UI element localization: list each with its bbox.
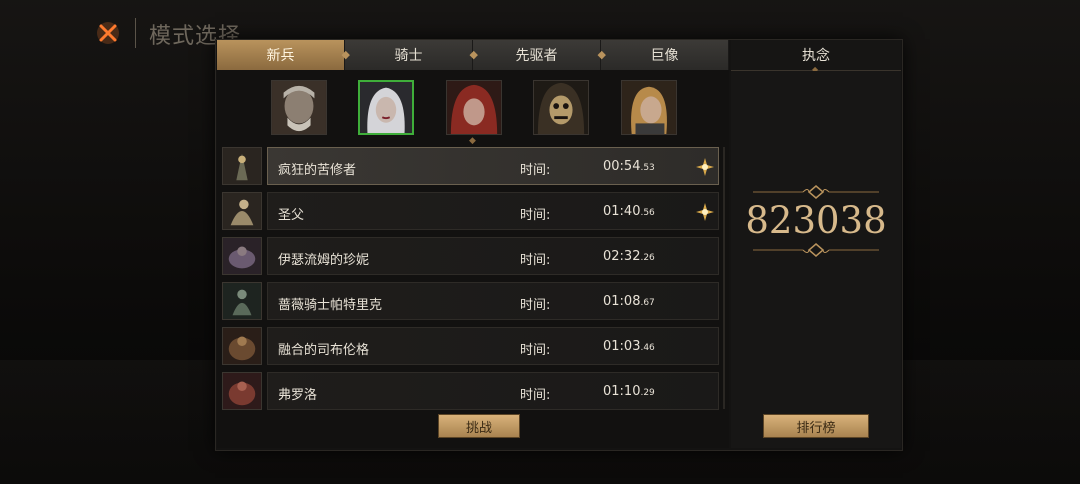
tab-label: 新兵 bbox=[266, 48, 295, 64]
portrait-red-hooded-woman[interactable] bbox=[446, 80, 502, 135]
tab-obsession[interactable]: 执念 ◆ bbox=[731, 40, 901, 74]
boss-row-bar: 弗罗洛 时间: 01:10.29 bbox=[267, 372, 719, 410]
list-item[interactable]: 融合的司布伦格 时间: 01:03.46 bbox=[222, 327, 720, 365]
boss-thumbnail bbox=[222, 327, 262, 365]
tab-label: 先驱者 bbox=[515, 48, 558, 64]
time-label: 时间: bbox=[520, 298, 551, 313]
ornament-top-icon bbox=[753, 185, 879, 199]
clear-time: 01:40.56 bbox=[603, 204, 655, 219]
time-label: 时间: bbox=[520, 208, 551, 223]
clear-time: 01:08.67 bbox=[603, 294, 655, 309]
tab-recruit[interactable]: 新兵 ◆ bbox=[217, 40, 350, 70]
challenge-button[interactable]: 挑战 bbox=[438, 414, 520, 438]
boss-name: 疯狂的苦修者 bbox=[278, 163, 357, 178]
obsession-score: 823038 bbox=[745, 199, 887, 242]
list-item[interactable]: 弗罗洛 时间: 01:10.29 bbox=[222, 372, 720, 410]
character-portraits bbox=[271, 80, 681, 136]
tab-colossus[interactable]: 巨像 bbox=[601, 40, 729, 70]
score-display: 823038 bbox=[731, 185, 901, 265]
portrait-blonde-woman[interactable] bbox=[621, 80, 677, 135]
medal-emblem-icon bbox=[696, 203, 714, 221]
boss-row-bar: 蔷薇骑士帕特里克 时间: 01:08.67 bbox=[267, 282, 719, 320]
medal-emblem-icon bbox=[696, 158, 714, 176]
tab-pioneer[interactable]: 先驱者 ◆ bbox=[473, 40, 606, 70]
portrait-white-haired-woman[interactable] bbox=[358, 80, 414, 135]
boss-thumbnail bbox=[222, 372, 262, 410]
portrait-old-man[interactable] bbox=[271, 80, 327, 135]
boss-row-bar: 疯狂的苦修者 时间: 00:54.53 bbox=[267, 147, 719, 185]
boss-name: 弗罗洛 bbox=[278, 388, 318, 403]
clear-time: 02:32.26 bbox=[603, 249, 655, 264]
boss-thumbnail bbox=[222, 147, 262, 185]
boss-thumbnail bbox=[222, 192, 262, 230]
list-item[interactable]: 蔷薇骑士帕特里克 时间: 01:08.67 bbox=[222, 282, 720, 320]
clear-time: 01:10.29 bbox=[603, 384, 655, 399]
list-item[interactable]: 疯狂的苦修者 时间: 00:54.53 bbox=[222, 147, 720, 185]
boss-name: 融合的司布伦格 bbox=[278, 343, 370, 358]
time-label: 时间: bbox=[520, 163, 551, 178]
selection-marker-icon: ◆ bbox=[469, 136, 476, 146]
list-item[interactable]: 伊瑟流姆的珍妮 时间: 02:32.26 bbox=[222, 237, 720, 275]
tab-label: 巨像 bbox=[650, 48, 679, 64]
tab-knight[interactable]: 骑士 ◆ bbox=[345, 40, 478, 70]
time-label: 时间: bbox=[520, 343, 551, 358]
boss-thumbnail bbox=[222, 282, 262, 320]
leaderboard-button[interactable]: 排行榜 bbox=[763, 414, 869, 438]
boss-name: 伊瑟流姆的珍妮 bbox=[278, 253, 370, 268]
tab-separator-icon: ◆ bbox=[469, 48, 478, 61]
clear-time: 00:54.53 bbox=[603, 159, 655, 174]
side-tab-label: 执念 bbox=[802, 48, 830, 64]
time-label: 时间: bbox=[520, 253, 551, 268]
boss-thumbnail bbox=[222, 237, 262, 275]
difficulty-tabs: 新兵 ◆ 骑士 ◆ 先驱者 ◆ 巨像 bbox=[217, 40, 729, 70]
time-label: 时间: bbox=[520, 388, 551, 403]
boss-name: 蔷薇骑士帕特里克 bbox=[278, 298, 383, 313]
boss-row-bar: 融合的司布伦格 时间: 01:03.46 bbox=[267, 327, 719, 365]
list-item[interactable]: 圣父 时间: 01:40.56 bbox=[222, 192, 720, 230]
boss-row-bar: 伊瑟流姆的珍妮 时间: 02:32.26 bbox=[267, 237, 719, 275]
clear-time: 01:03.46 bbox=[603, 339, 655, 354]
tab-label: 骑士 bbox=[394, 48, 423, 64]
close-x-icon bbox=[97, 22, 119, 44]
header-divider bbox=[135, 18, 136, 48]
tab-separator-icon: ◆ bbox=[597, 48, 606, 61]
ornament-bottom-icon bbox=[753, 243, 879, 257]
boss-row-bar: 圣父 时间: 01:40.56 bbox=[267, 192, 719, 230]
tab-separator-icon: ◆ bbox=[341, 48, 350, 61]
boss-name: 圣父 bbox=[278, 208, 305, 223]
close-button[interactable] bbox=[95, 20, 121, 46]
portrait-masked-hood[interactable] bbox=[533, 80, 589, 135]
list-scrollbar[interactable] bbox=[723, 147, 725, 409]
